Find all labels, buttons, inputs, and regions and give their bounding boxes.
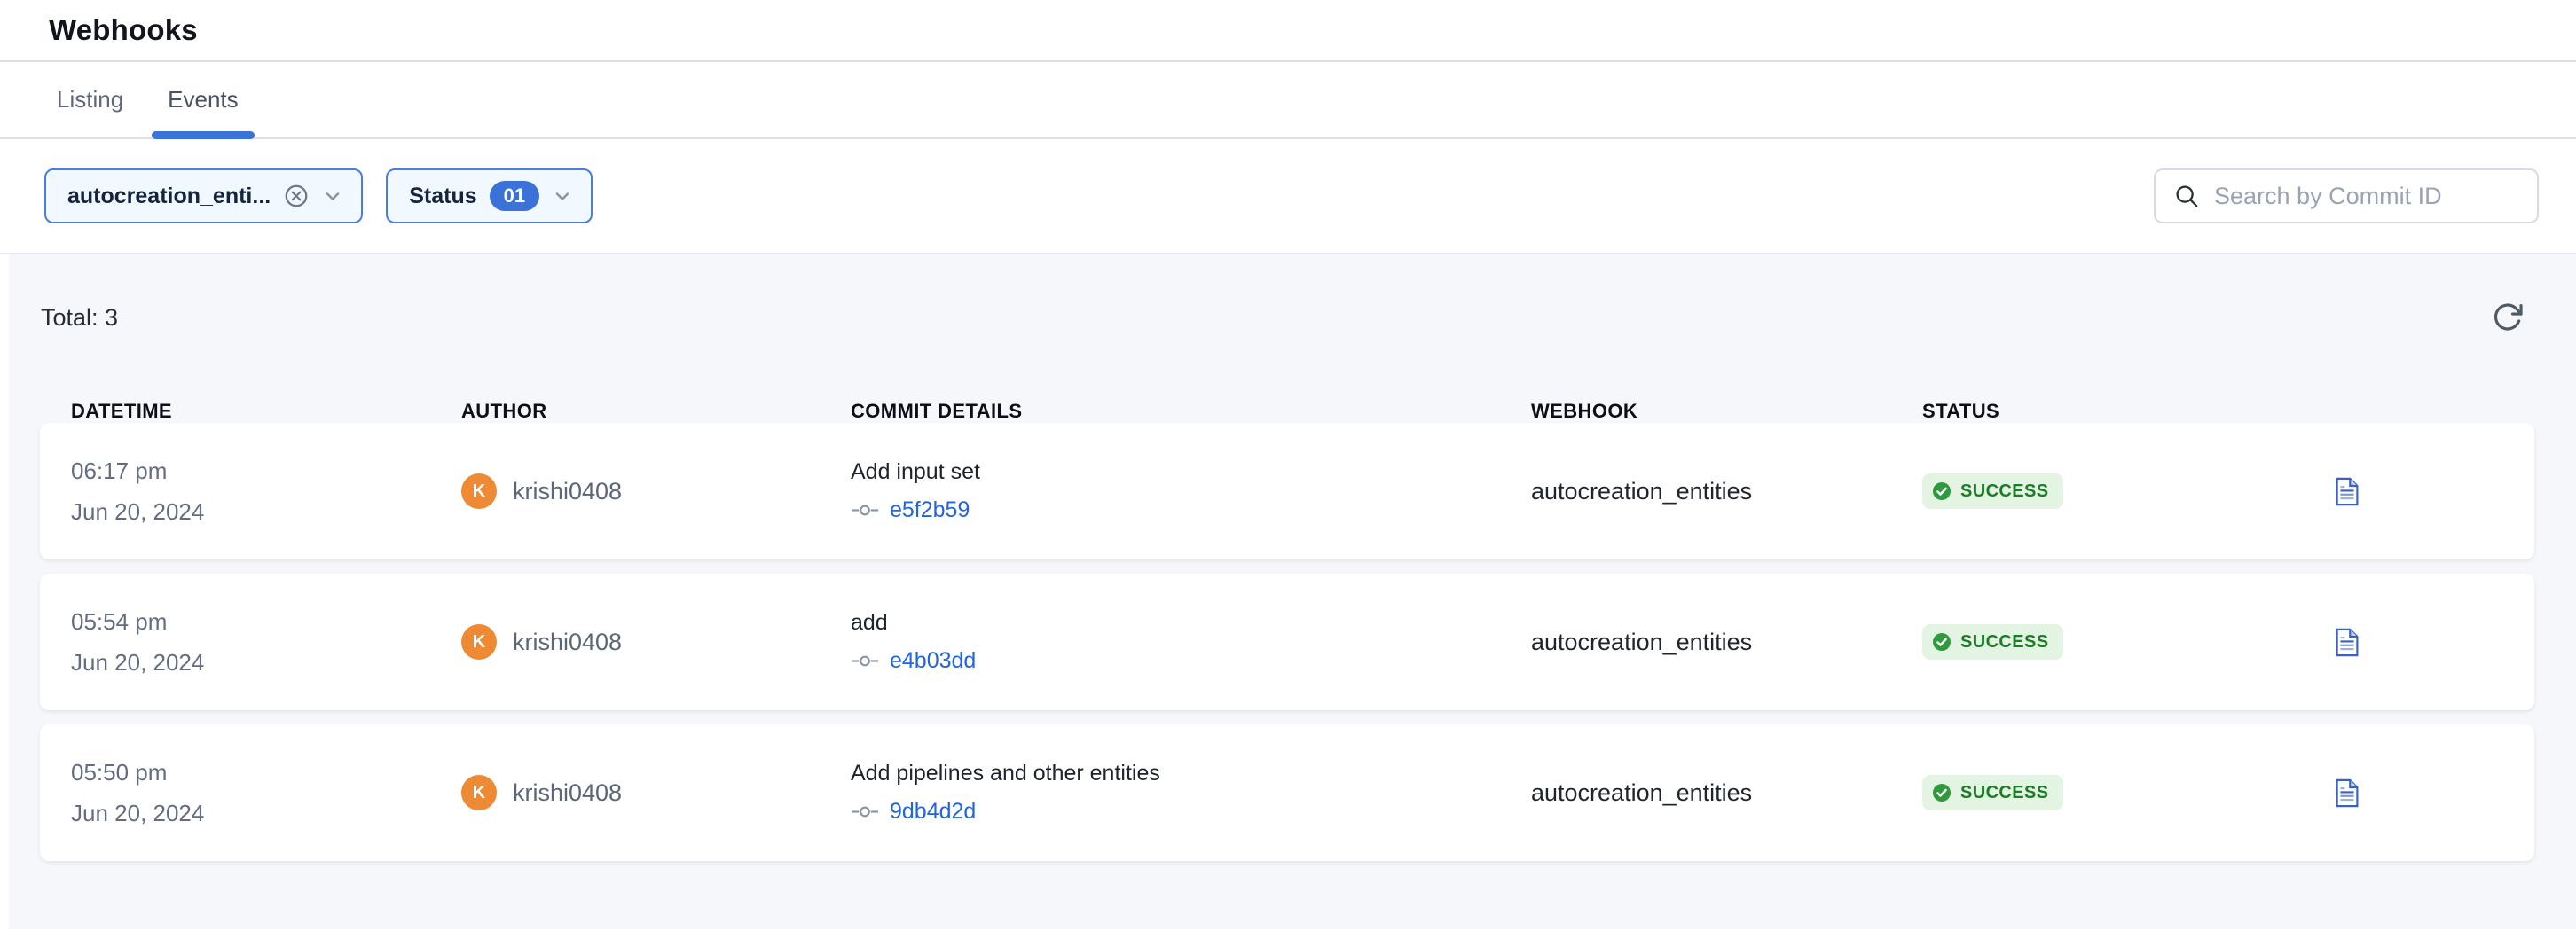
git-commit-icon <box>851 504 879 517</box>
git-commit-icon <box>851 654 879 668</box>
page-title: Webhooks <box>49 13 198 47</box>
column-header-status: STATUS <box>1922 400 2336 423</box>
tab-events-label: Events <box>168 86 239 113</box>
status-count-badge: 01 <box>490 181 539 211</box>
webhook-filter-label: autocreation_enti... <box>67 184 271 209</box>
webhook-name: autocreation_entities <box>1531 779 1922 807</box>
author-cell: K krishi0408 <box>461 775 851 810</box>
event-time: 05:54 pm <box>71 608 461 636</box>
event-time: 06:17 pm <box>71 458 461 485</box>
commit-details-cell: Add pipelines and other entities 9db4d2d <box>851 761 1531 825</box>
table-row: 05:54 pm Jun 20, 2024 K krishi0408 add e… <box>40 574 2534 710</box>
column-header-commit-details: COMMIT DETAILS <box>851 400 1531 423</box>
status-badge: SUCCESS <box>1922 775 2063 810</box>
table-header-row: DATETIME AUTHOR COMMIT DETAILS WEBHOOK S… <box>40 400 2534 423</box>
search-box <box>2154 168 2539 223</box>
avatar: K <box>461 775 497 810</box>
commit-details-cell: Add input set e5f2b59 <box>851 459 1531 523</box>
avatar: K <box>461 624 497 660</box>
check-circle-icon <box>1931 631 1952 653</box>
status-badge: SUCCESS <box>1922 473 2063 509</box>
event-date: Jun 20, 2024 <box>71 800 461 827</box>
commit-details-cell: add e4b03dd <box>851 610 1531 674</box>
payload-file-icon[interactable] <box>2336 628 2534 657</box>
tab-events[interactable]: Events <box>168 62 239 137</box>
total-count: Total: 3 <box>41 304 118 332</box>
webhook-filter-chip[interactable]: autocreation_enti... <box>44 168 363 223</box>
tabs-bar: Listing Events <box>0 62 2576 139</box>
tab-listing-label: Listing <box>57 86 123 113</box>
status-label: SUCCESS <box>1960 632 2049 653</box>
page-header: Webhooks <box>0 0 2576 62</box>
event-date: Jun 20, 2024 <box>71 498 461 526</box>
filter-bar: autocreation_enti... Status 01 <box>0 139 2576 254</box>
commit-id-link[interactable]: e5f2b59 <box>890 497 970 523</box>
commit-message: Add pipelines and other entities <box>851 761 1531 786</box>
commit-id-link[interactable]: 9db4d2d <box>890 799 976 825</box>
webhook-name: autocreation_entities <box>1531 478 1922 505</box>
author-cell: K krishi0408 <box>461 473 851 509</box>
x-circle-icon[interactable] <box>283 183 310 209</box>
status-filter-label: Status <box>409 184 476 209</box>
events-content: Total: 3 DATETIME AUTHOR COMMIT DETAILS … <box>0 254 2576 929</box>
git-commit-icon <box>851 805 879 818</box>
content-head: Total: 3 <box>0 254 2576 334</box>
webhook-name: autocreation_entities <box>1531 629 1922 656</box>
status-label: SUCCESS <box>1960 783 2049 803</box>
column-header-webhook: WEBHOOK <box>1531 400 1922 423</box>
refresh-icon <box>2491 301 2525 334</box>
event-date: Jun 20, 2024 <box>71 649 461 677</box>
datetime-cell: 06:17 pm Jun 20, 2024 <box>71 458 461 526</box>
datetime-cell: 05:50 pm Jun 20, 2024 <box>71 759 461 827</box>
refresh-button[interactable] <box>2491 301 2525 334</box>
status-filter-chip[interactable]: Status 01 <box>386 168 593 223</box>
status-badge: SUCCESS <box>1922 624 2063 660</box>
event-time: 05:50 pm <box>71 759 461 786</box>
commit-message: add <box>851 610 1531 636</box>
check-circle-icon <box>1931 481 1952 502</box>
avatar: K <box>461 473 497 509</box>
author-name: krishi0408 <box>513 629 622 656</box>
author-name: krishi0408 <box>513 478 622 505</box>
check-circle-icon <box>1931 782 1952 803</box>
chevron-down-icon <box>322 185 343 207</box>
search-icon <box>2173 183 2200 209</box>
payload-file-icon[interactable] <box>2336 477 2534 506</box>
column-header-author: AUTHOR <box>461 400 851 423</box>
commit-id-link[interactable]: e4b03dd <box>890 648 976 674</box>
commit-message: Add input set <box>851 459 1531 485</box>
payload-file-icon[interactable] <box>2336 778 2534 808</box>
table-row: 05:50 pm Jun 20, 2024 K krishi0408 Add p… <box>40 724 2534 861</box>
author-cell: K krishi0408 <box>461 624 851 660</box>
table-row: 06:17 pm Jun 20, 2024 K krishi0408 Add i… <box>40 423 2534 559</box>
column-header-datetime: DATETIME <box>71 400 461 423</box>
status-label: SUCCESS <box>1960 481 2049 502</box>
author-name: krishi0408 <box>513 779 622 807</box>
tab-listing[interactable]: Listing <box>57 62 123 137</box>
search-input[interactable] <box>2214 183 2519 210</box>
chevron-down-icon <box>552 185 573 207</box>
datetime-cell: 05:54 pm Jun 20, 2024 <box>71 608 461 677</box>
